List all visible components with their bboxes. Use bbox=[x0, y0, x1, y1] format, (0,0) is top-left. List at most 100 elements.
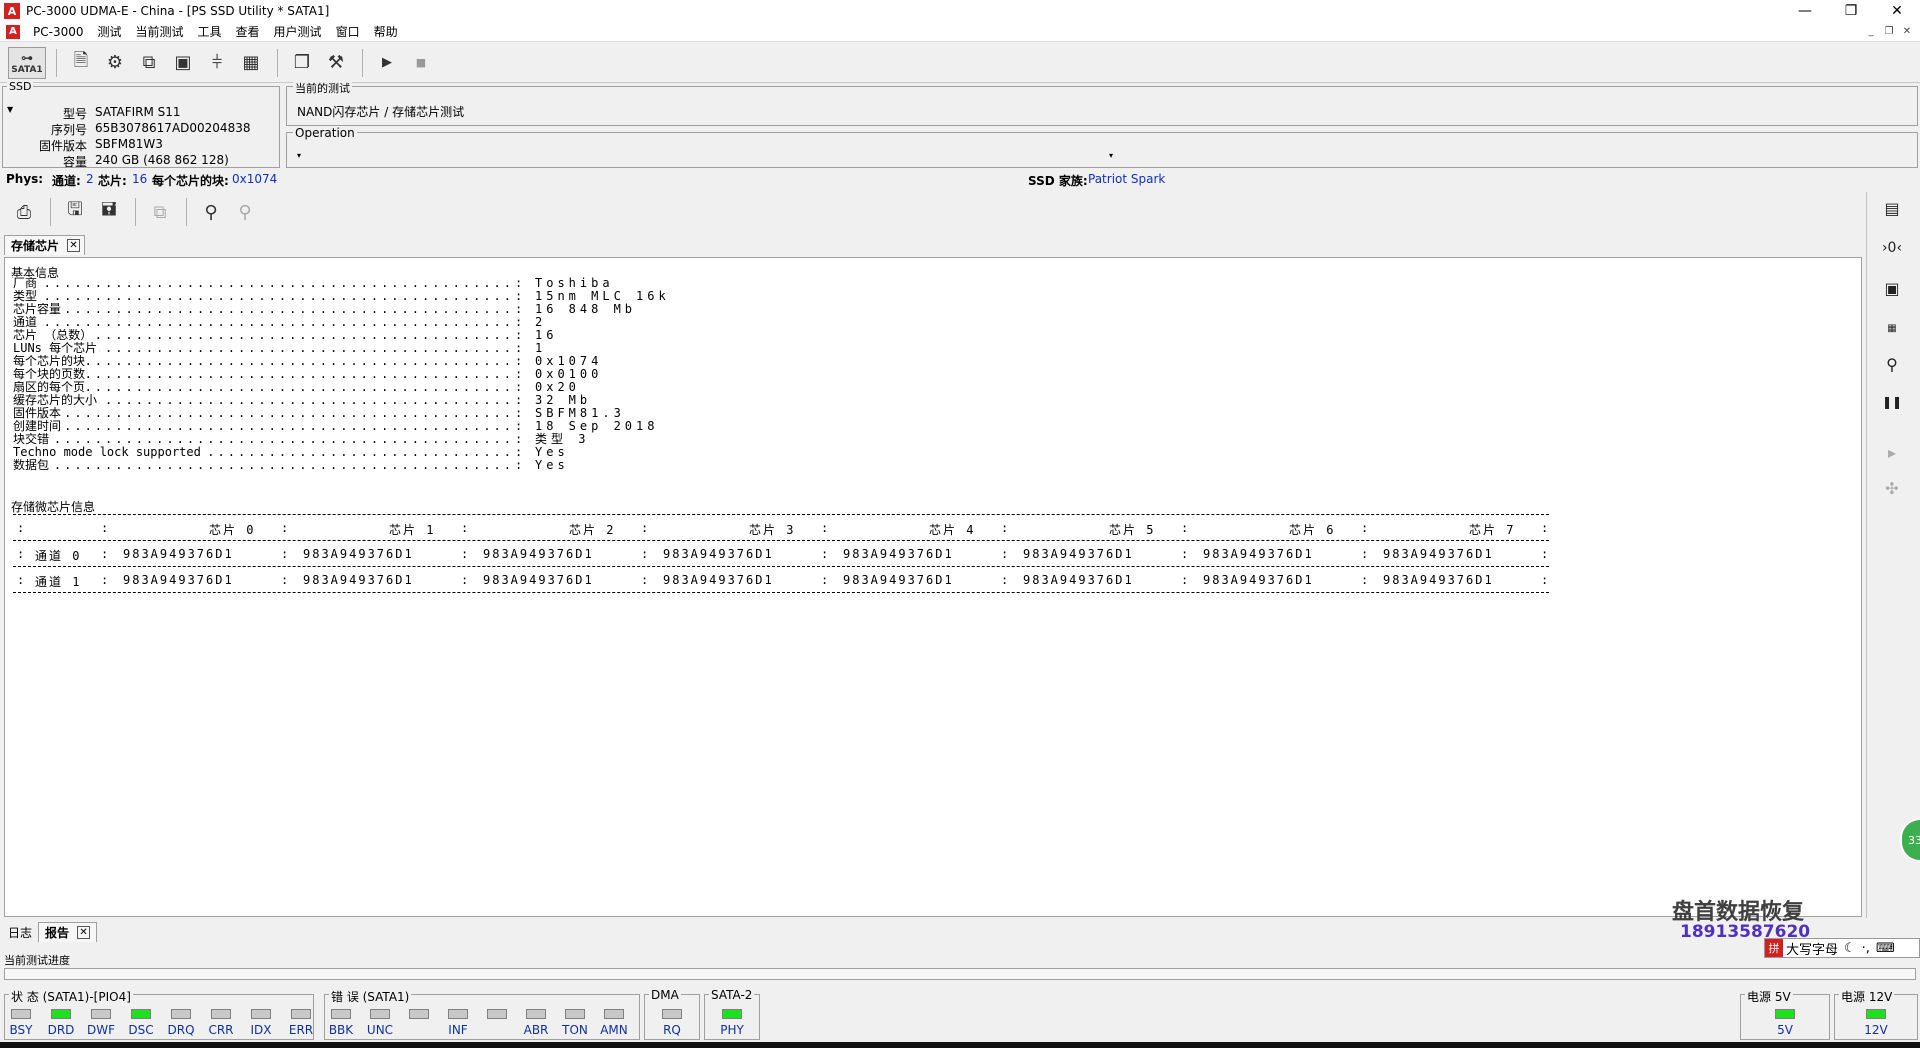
chip-id-cell: 983A949376D1 bbox=[483, 573, 594, 587]
start-button[interactable]: ▶ bbox=[371, 47, 403, 79]
sidebar-reset-button[interactable]: ▦ bbox=[1877, 314, 1907, 342]
print-button[interactable]: ⎙ bbox=[8, 196, 40, 228]
operation-panel[interactable]: Operation ▾ ▾ bbox=[286, 126, 1918, 168]
windows-button[interactable]: ❐ bbox=[286, 47, 318, 79]
find-button[interactable]: ⚲ bbox=[195, 196, 227, 228]
ssd-model-value: SATAFIRM S11 bbox=[95, 105, 181, 119]
tab-report[interactable]: 报告 ✕ bbox=[38, 922, 98, 942]
grid-button[interactable]: ▦ bbox=[235, 47, 267, 79]
chip-id-cell: 983A949376D1 bbox=[1383, 547, 1494, 561]
status-led bbox=[51, 1009, 71, 1019]
mdi-restore-button[interactable]: ❐ bbox=[1882, 25, 1896, 38]
settings-button[interactable]: ⚙ bbox=[99, 47, 131, 79]
menu-test[interactable]: 测试 bbox=[90, 23, 128, 40]
table-colon: : bbox=[1361, 573, 1369, 587]
sidebar-expand-button[interactable]: ▸ bbox=[1877, 438, 1907, 466]
errors-legend: 错 误 (SATA1) bbox=[329, 988, 412, 1005]
close-report-tab-icon[interactable]: ✕ bbox=[77, 926, 91, 939]
mdi-app-icon[interactable]: A bbox=[6, 24, 20, 39]
table-colon: : bbox=[1541, 521, 1549, 535]
close-window-button[interactable]: ✕ bbox=[1874, 0, 1920, 22]
close-tab-icon[interactable]: ✕ bbox=[67, 239, 81, 252]
report-tab-strip: 存储芯片 ✕ bbox=[4, 235, 86, 255]
error-group: 错 误 (SATA1) BBK UNC INF ABR TON AMN bbox=[324, 988, 640, 1040]
status-led-label: IDX bbox=[250, 1023, 272, 1037]
tab-memory-chip[interactable]: 存储芯片 ✕ bbox=[4, 235, 86, 255]
toolbar-separator bbox=[56, 48, 57, 77]
basic-info-key: LUNs 每个芯片 bbox=[13, 342, 100, 355]
chip-channel-label: 通道 1 bbox=[35, 575, 82, 589]
table-colon: : bbox=[1361, 521, 1369, 535]
table-colon: : bbox=[821, 521, 829, 535]
drive-map-button[interactable]: ⧉ bbox=[133, 47, 165, 79]
power-cycle-icon: ›0‹ bbox=[1881, 240, 1903, 256]
sata-port-button[interactable]: ⊶ SATA1 bbox=[8, 46, 46, 79]
power12-legend: 电源 12V bbox=[1839, 988, 1895, 1005]
status-led bbox=[448, 1009, 468, 1019]
save-as-button[interactable]: 🖬 bbox=[93, 196, 125, 228]
status-group: 状 态 (SATA1)-[PIO4] BSY DRD DWF DSC DRQ CRR IDX E… bbox=[4, 988, 314, 1040]
toolbar-separator bbox=[50, 198, 51, 226]
menu-pc3000[interactable]: PC-3000 bbox=[26, 25, 90, 39]
mdi-minimize-button[interactable]: _ bbox=[1864, 25, 1878, 38]
moon-icon[interactable]: ☾ bbox=[1841, 941, 1859, 956]
basic-info-key: 创建时间 bbox=[13, 420, 64, 433]
save-button[interactable]: 🖫 bbox=[59, 196, 91, 228]
menu-window[interactable]: 窗口 bbox=[329, 23, 367, 40]
sidebar-power-button[interactable]: ›0‹ bbox=[1877, 234, 1907, 262]
keyboard-icon[interactable]: ⌨ bbox=[1873, 941, 1898, 956]
chip-id-cell: 983A949376D1 bbox=[303, 573, 414, 587]
sata-port-label: SATA1 bbox=[11, 64, 43, 75]
sata2-legend: SATA-2 bbox=[709, 988, 755, 1002]
status-led bbox=[487, 1009, 507, 1019]
status-led-label: BBK bbox=[328, 1023, 354, 1037]
chip-id-cell: 983A949376D1 bbox=[1383, 573, 1494, 587]
utility-button[interactable]: ⚒ bbox=[320, 47, 352, 79]
status-led-label: TON bbox=[562, 1023, 588, 1037]
stop-icon: ■ bbox=[415, 56, 427, 69]
chip-id-cell: 983A949376D1 bbox=[1023, 547, 1134, 561]
usb-icon: ⚲ bbox=[1886, 354, 1898, 374]
sidebar-usb-button[interactable]: ⚲ bbox=[1877, 350, 1907, 378]
minimize-button[interactable]: — bbox=[1782, 0, 1828, 22]
chip-header-cell: 芯片 2 bbox=[569, 523, 616, 537]
table-colon: : bbox=[17, 521, 25, 535]
chip-header-cell: 芯片 1 bbox=[389, 523, 436, 537]
ime-toolbar[interactable]: 拼 大写字母 ☾ ·, ⌨ bbox=[1764, 938, 1920, 958]
graph-button[interactable]: ⫩ bbox=[201, 47, 233, 79]
basic-info-key: 芯片容量 bbox=[13, 303, 64, 316]
ime-mode-label[interactable]: 大写字母 bbox=[1783, 939, 1841, 958]
ssd-info-panel: SSD ▼ 型号 SATAFIRM S11 序列号 65B3078617AD00… bbox=[2, 80, 280, 169]
sidebar-board-button[interactable]: ▣ bbox=[1877, 274, 1907, 302]
punctuation-icon[interactable]: ·, bbox=[1859, 941, 1873, 956]
chip-id-cell: 983A949376D1 bbox=[483, 547, 594, 561]
status-led-label: 12V bbox=[1864, 1023, 1888, 1037]
menu-current-test[interactable]: 当前测试 bbox=[129, 23, 191, 40]
status-led bbox=[722, 1009, 742, 1019]
status-legend: 状 态 (SATA1)-[PIO4] bbox=[9, 988, 133, 1005]
menu-tools[interactable]: 工具 bbox=[191, 23, 229, 40]
sata-connector-icon: ⊶ bbox=[21, 50, 33, 65]
sidebar-sd-card-button[interactable]: ▤ bbox=[1877, 194, 1907, 222]
sidebar-tools-button[interactable]: ✣ bbox=[1877, 474, 1907, 502]
tab-log[interactable]: 日志 bbox=[2, 922, 38, 942]
status-led-label: DWF bbox=[86, 1023, 115, 1037]
operation-dropdown-arrow-icon[interactable]: ▾ bbox=[297, 151, 301, 160]
operation-dropdown-arrow-icon-2[interactable]: ▾ bbox=[1109, 151, 1113, 160]
stop-button[interactable]: ■ bbox=[405, 47, 437, 79]
menu-help[interactable]: 帮助 bbox=[367, 23, 405, 40]
copy-button[interactable]: ⧉ bbox=[144, 196, 176, 228]
mdi-close-button[interactable]: ✕ bbox=[1900, 25, 1914, 38]
basic-info-key: 扇区的每个页 bbox=[13, 381, 88, 394]
leader-dots: ........................................… bbox=[13, 277, 513, 290]
menu-user-test[interactable]: 用户测试 bbox=[267, 23, 329, 40]
table-colon: : bbox=[1541, 547, 1549, 561]
find-next-button[interactable]: ⚲ bbox=[229, 196, 261, 228]
status-led bbox=[565, 1009, 585, 1019]
menu-view[interactable]: 查看 bbox=[229, 23, 267, 40]
sidebar-pause-button[interactable]: ❚❚ bbox=[1877, 388, 1907, 416]
restore-button[interactable]: ❐ bbox=[1828, 0, 1874, 22]
chip-id-cell: 983A949376D1 bbox=[843, 573, 954, 587]
passport-button[interactable]: 🗎 bbox=[65, 47, 97, 79]
chip-info-button[interactable]: ▣ bbox=[167, 47, 199, 79]
